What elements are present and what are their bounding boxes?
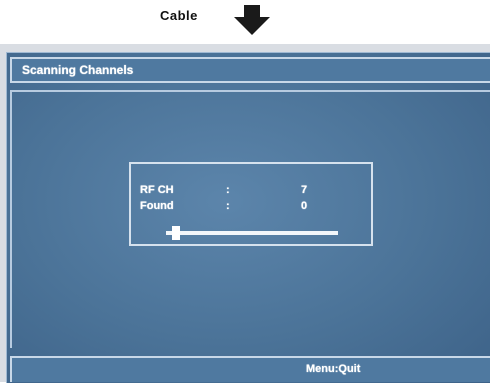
footer-bar <box>10 356 490 382</box>
menu-quit-hint: Menu:Quit <box>306 363 361 375</box>
found-value: 0 <box>301 200 308 212</box>
found-label: Found <box>140 200 174 212</box>
rf-ch-label: RF CH <box>140 184 174 196</box>
down-arrow-icon <box>234 5 270 35</box>
found-separator: : <box>226 200 230 212</box>
rf-ch-separator: : <box>226 184 230 196</box>
caption-label: Cable <box>160 8 198 23</box>
rf-ch-value: 7 <box>301 184 308 196</box>
scan-progress-indicator <box>172 226 181 240</box>
dialog-title: Scanning Channels <box>22 63 134 77</box>
scan-progress-track <box>166 231 338 235</box>
